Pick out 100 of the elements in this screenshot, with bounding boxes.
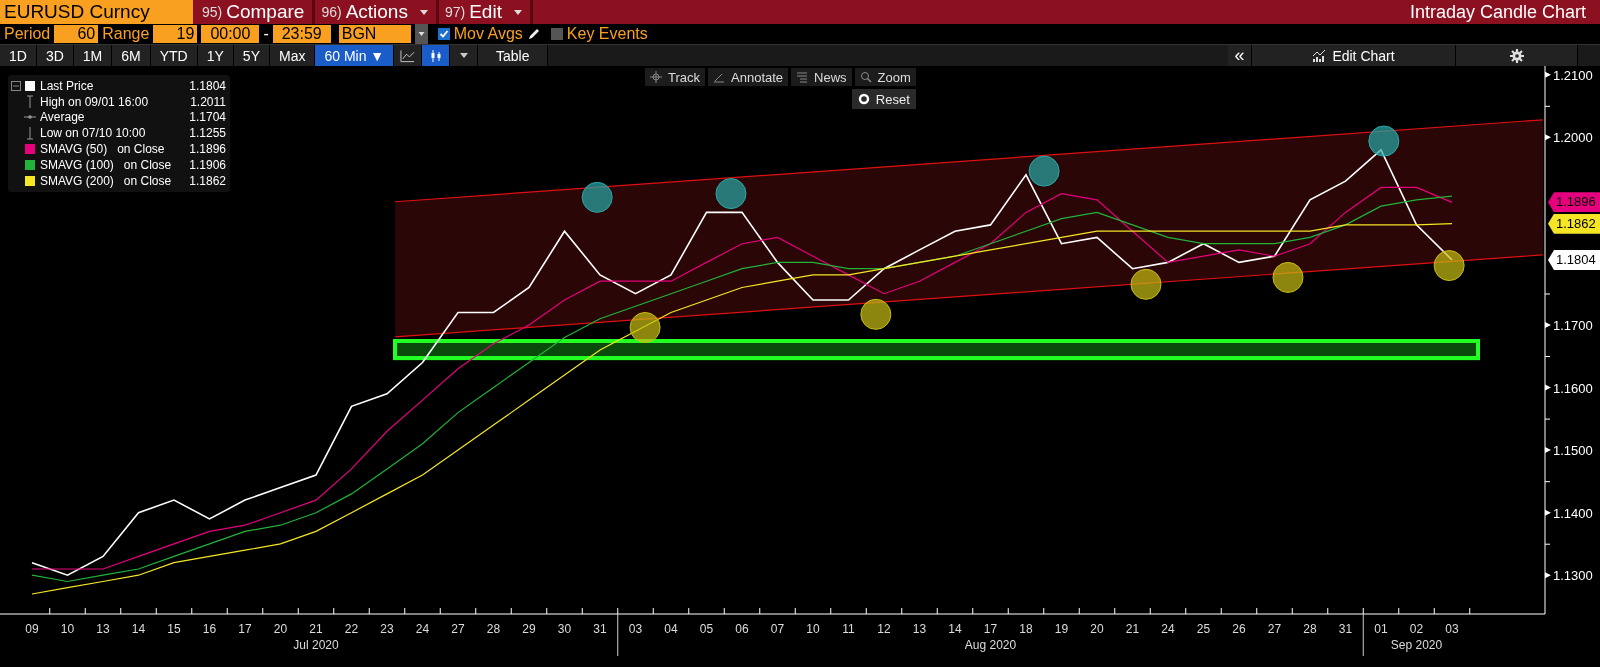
legend-label: Average	[40, 110, 85, 125]
range-button[interactable]: 1M	[73, 45, 113, 66]
dropdown-button[interactable]	[450, 45, 479, 66]
y-tick-label: 1.2000	[1553, 130, 1593, 146]
x-tick-label: 07	[770, 622, 785, 636]
dash-text: -	[263, 25, 269, 43]
range-button[interactable]: 1Y	[197, 45, 234, 66]
period-label: Period	[4, 25, 51, 43]
high-marker-icon	[25, 94, 35, 109]
legend-label: on Close	[117, 142, 165, 157]
settings-icon	[1509, 48, 1524, 63]
range-button[interactable]: 1D	[0, 45, 37, 66]
table-button[interactable]: Table	[478, 45, 549, 66]
market-dropdown[interactable]: BGN	[338, 25, 411, 43]
x-tick-label: 29	[522, 622, 536, 636]
x-tick-label: 02	[1409, 622, 1424, 636]
range-button[interactable]: 60 Min ▼	[315, 45, 395, 66]
month-label: Aug 2020	[964, 638, 1017, 652]
range-button[interactable]: 6M	[112, 45, 151, 66]
checkbox[interactable]	[550, 28, 563, 40]
x-tick-label: 15	[167, 622, 181, 636]
legend-value: 1.1862	[189, 173, 226, 188]
circle-marker	[1272, 261, 1304, 293]
y-tick-label: 1.1600	[1553, 380, 1593, 396]
x-tick-label: 13	[96, 622, 110, 636]
y-tick-label: 1.1500	[1553, 443, 1593, 459]
end-time-field[interactable]: 23:59	[272, 25, 331, 43]
legend-label: High on 09/01 16:00	[40, 94, 149, 109]
checkbox[interactable]	[437, 28, 450, 40]
price-tag: 1.1804	[1548, 249, 1600, 270]
month-label: Jul 2020	[293, 638, 339, 652]
legend-value: 1.1255	[189, 126, 226, 141]
collapse-icon[interactable]	[11, 80, 21, 91]
chart-tool-button[interactable]: News	[791, 68, 852, 86]
legend-label: SMAVG (100)	[40, 157, 114, 172]
x-tick-label: 12	[877, 622, 891, 636]
x-tick-label: 28	[486, 622, 501, 636]
chart-tool-button[interactable]: Annotate	[708, 68, 789, 86]
x-tick-label: 20	[273, 622, 288, 636]
x-tick-label: 17	[238, 622, 252, 636]
range-button[interactable]: Max	[269, 45, 316, 66]
x-tick-label: 24	[1161, 622, 1175, 636]
legend-label: SMAVG (200)	[40, 173, 114, 188]
y-tick-label: 1.1400	[1553, 505, 1593, 521]
x-tick-label: 03	[628, 622, 643, 636]
x-tick-label: 31	[1338, 622, 1353, 636]
x-tick-label: 27	[451, 622, 465, 636]
x-tick-label: 20	[1090, 622, 1104, 636]
legend-value: 1.1896	[189, 142, 226, 157]
collapse-button[interactable]: «	[1228, 45, 1252, 66]
legend-value: 1.1704	[189, 110, 226, 125]
reset-button[interactable]: Reset	[851, 89, 916, 109]
legend-value: 1.1804	[189, 78, 226, 93]
caret-icon	[459, 53, 468, 58]
settings-button[interactable]	[1456, 45, 1578, 66]
x-tick-label: 17	[983, 622, 998, 636]
range-button[interactable]: YTD	[150, 45, 198, 66]
line-chart-icon[interactable]	[394, 45, 423, 66]
x-tick-label: 13	[912, 622, 927, 636]
search-icon	[859, 71, 872, 83]
circle-marker	[1433, 250, 1465, 282]
range-field[interactable]: 19	[153, 25, 198, 43]
x-tick-label: 04	[664, 622, 678, 636]
circle-marker	[581, 181, 613, 213]
x-tick-label: 18	[1019, 622, 1033, 636]
x-tick-label: 31	[593, 622, 607, 636]
start-time-field[interactable]: 00:00	[201, 25, 260, 43]
circle-marker	[629, 312, 661, 343]
legend-value: 1.1906	[189, 157, 226, 172]
chart-tool-button[interactable]: Track	[645, 68, 706, 86]
low-marker-icon	[25, 126, 35, 141]
legend-value: 1.2011	[190, 94, 226, 109]
range-button[interactable]: 3D	[36, 45, 74, 66]
candlestick-icon[interactable]	[422, 45, 451, 66]
y-tick-label: 1.1300	[1553, 568, 1593, 584]
circle-marker	[715, 178, 747, 210]
security-field[interactable]: EURUSD Curncy	[0, 0, 196, 24]
checkbox-label: Mov Avgs	[453, 25, 523, 43]
x-tick-label: 24	[415, 622, 430, 636]
x-tick-label: 01	[1374, 622, 1388, 636]
period-field[interactable]: 60	[54, 25, 99, 43]
pencil-icon	[713, 71, 726, 83]
range-button[interactable]: 5Y	[233, 45, 270, 66]
chart-tool-button[interactable]: Zoom	[854, 68, 916, 86]
circle-marker	[1368, 125, 1400, 157]
x-tick-label: 09	[25, 622, 39, 636]
x-tick-label: 21	[309, 622, 323, 636]
x-tick-label: 16	[202, 622, 217, 636]
pencil-icon[interactable]	[526, 27, 541, 41]
x-tick-label: 27	[1267, 622, 1282, 636]
price-tag: 1.1862	[1548, 213, 1600, 234]
edit-chart-button[interactable]: Edit Chart	[1252, 45, 1456, 66]
month-label: Sep 2020	[1390, 638, 1443, 652]
x-tick-label: 06	[735, 622, 749, 636]
x-tick-label: 21	[1125, 622, 1140, 636]
y-tick-label: 1.2100	[1553, 67, 1593, 83]
legend-label: on Close	[123, 157, 172, 172]
circle-marker	[860, 298, 892, 330]
x-tick-label: 26	[1232, 622, 1246, 636]
x-tick-label: 25	[1196, 622, 1211, 636]
